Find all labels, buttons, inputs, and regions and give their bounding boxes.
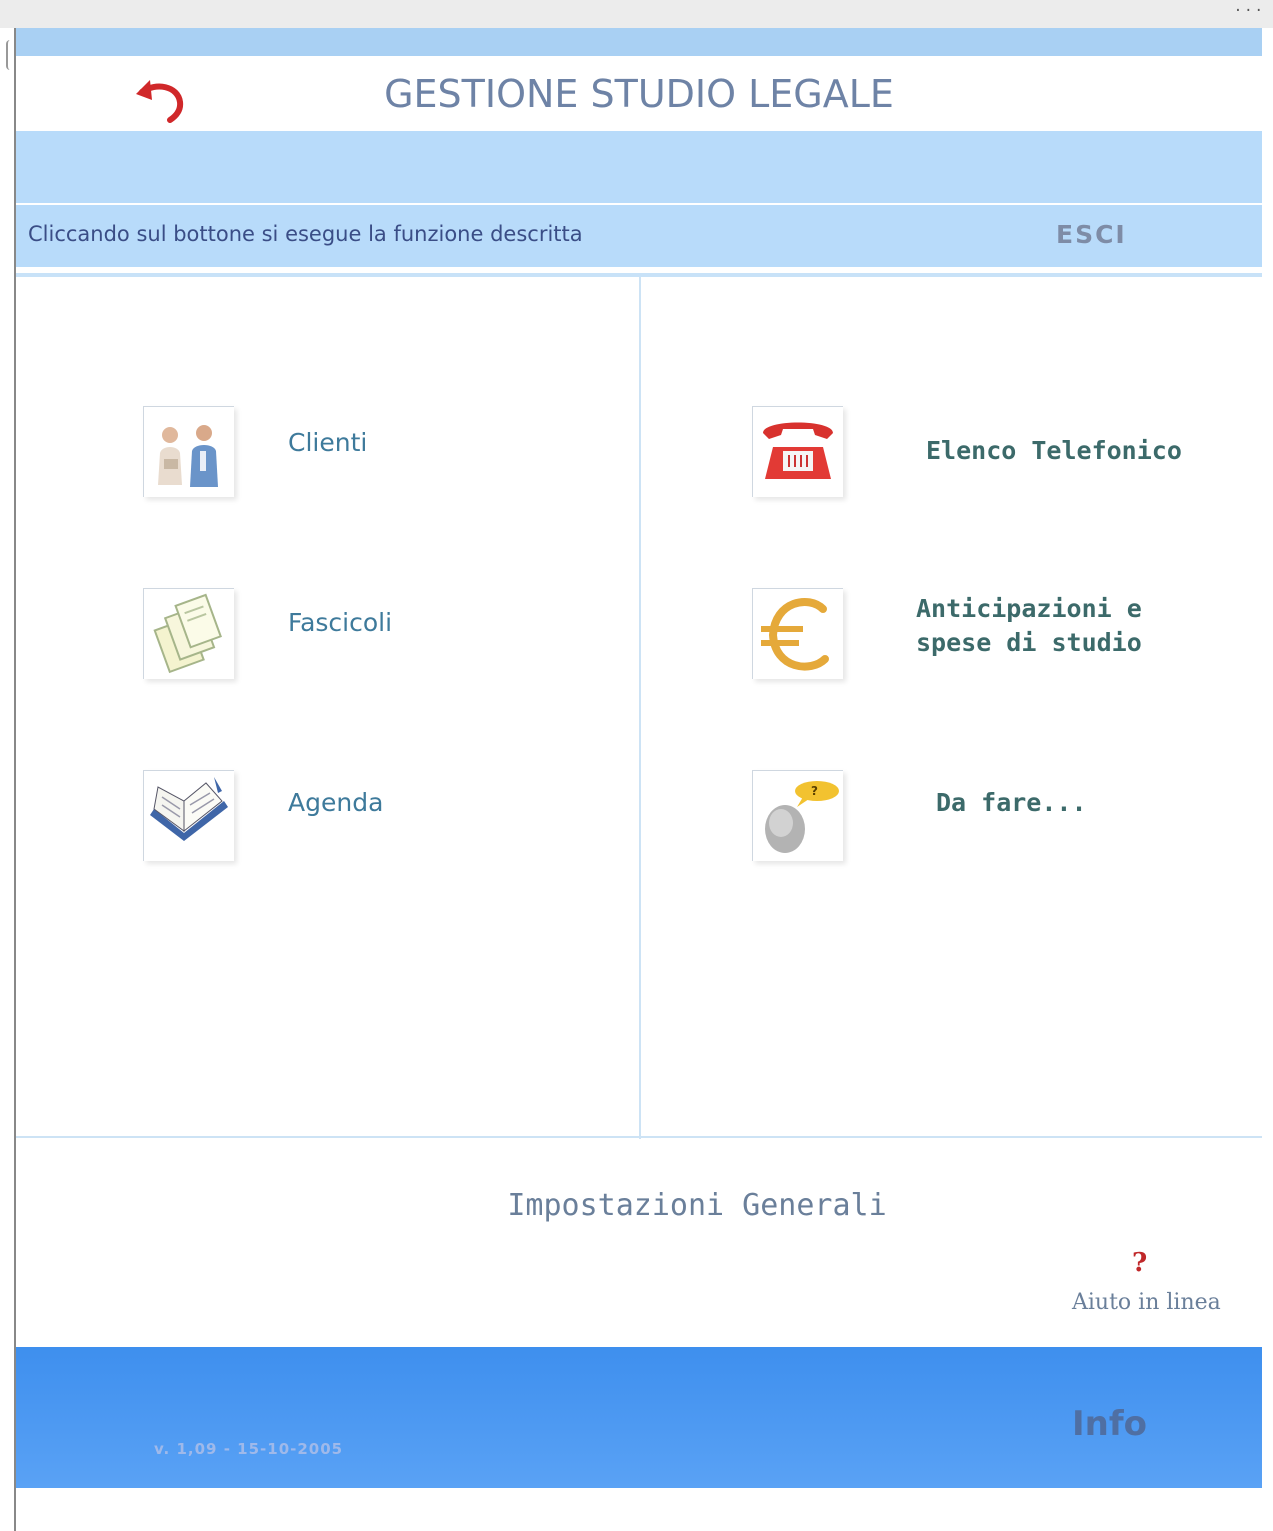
thinking-head-icon[interactable]: ? bbox=[752, 770, 843, 861]
info-button[interactable]: Info bbox=[1072, 1404, 1147, 1444]
agenda-book-icon[interactable] bbox=[143, 770, 234, 861]
folders-icon[interactable] bbox=[143, 588, 234, 679]
expenses-label-line2: spese di studio bbox=[916, 628, 1142, 657]
window-top-strip: ... bbox=[0, 0, 1273, 28]
phonebook-label[interactable]: Elenco Telefonico bbox=[926, 434, 1182, 468]
column-divider bbox=[639, 277, 641, 1139]
telephone-icon[interactable] bbox=[752, 406, 843, 497]
header-mid-band bbox=[16, 131, 1262, 203]
folders-label[interactable]: Fascicoli bbox=[288, 608, 392, 637]
svg-text:?: ? bbox=[811, 784, 818, 798]
section-divider bbox=[16, 1136, 1262, 1138]
general-settings-link[interactable]: Impostazioni Generali bbox=[16, 1188, 1273, 1223]
page-title: GESTIONE STUDIO LEGALE bbox=[384, 72, 894, 116]
version-text: v. 1,09 - 15-10-2005 bbox=[154, 1440, 344, 1458]
expenses-label-line1: Anticipazioni e bbox=[916, 594, 1142, 623]
online-help-link[interactable]: Aiuto in linea bbox=[1072, 1290, 1221, 1315]
info-text: Cliccando sul bottone si esegue la funzi… bbox=[28, 222, 583, 246]
exit-button[interactable]: ESCI bbox=[1056, 220, 1127, 249]
header-top-band bbox=[16, 28, 1262, 56]
clients-label[interactable]: Clienti bbox=[288, 428, 367, 457]
euro-icon[interactable] bbox=[752, 588, 843, 679]
app-panel: GESTIONE STUDIO LEGALE Cliccando sul bot… bbox=[16, 28, 1262, 1531]
clients-icon[interactable] bbox=[143, 406, 234, 497]
todo-label[interactable]: Da fare... bbox=[936, 786, 1087, 820]
expenses-label[interactable]: Anticipazioni e spese di studio bbox=[916, 592, 1142, 660]
help-icon[interactable]: ? bbox=[1132, 1248, 1147, 1278]
window-corner-text: ... bbox=[1233, 0, 1265, 15]
window-edge-mark bbox=[6, 40, 11, 70]
agenda-label[interactable]: Agenda bbox=[288, 788, 383, 817]
